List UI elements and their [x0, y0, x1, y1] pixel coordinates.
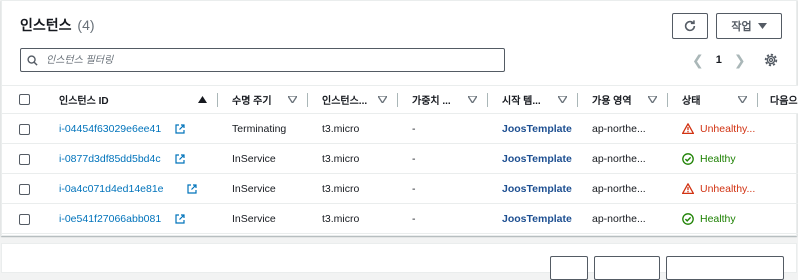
column-header-instance-id[interactable]: 인스턴스 ID [59, 86, 109, 113]
instance-type-cell: t3.micro [322, 213, 360, 225]
chevron-left-icon[interactable]: ❮ [692, 52, 704, 69]
page-number[interactable]: 1 [716, 54, 722, 66]
launch-template-link[interactable]: JoosTemplate [502, 144, 572, 174]
weight-cell: - [412, 183, 416, 195]
column-separator[interactable] [307, 93, 308, 107]
refresh-icon [684, 20, 696, 32]
check-circle-icon [682, 213, 694, 225]
filter-search [20, 48, 505, 72]
table-row[interactable]: i-0877d3df85dd5bd4c InService t3.micro -… [2, 144, 798, 174]
chevron-right-icon[interactable]: ❯ [734, 52, 746, 69]
external-link-icon[interactable] [175, 214, 185, 224]
sort-icon[interactable] [648, 96, 657, 103]
availability-zone-cell: ap-northe... [592, 123, 646, 135]
sort-icon[interactable] [288, 96, 297, 103]
lifecycle-cell: InService [232, 213, 276, 225]
column-header-availability-zone[interactable]: 가용 영역 [592, 86, 632, 113]
status-cell: Unhealthy... [700, 183, 756, 195]
availability-zone-cell: ap-northe... [592, 183, 646, 195]
sort-icon[interactable] [378, 96, 387, 103]
table-row[interactable]: i-04454f63029e6ee41 Terminating t3.micro… [2, 114, 798, 144]
column-separator[interactable] [577, 93, 578, 107]
sort-icon[interactable] [558, 96, 567, 103]
next-panel-button[interactable] [594, 256, 660, 280]
column-header-instance-type[interactable]: 인스턴스... [322, 86, 367, 113]
sort-icon[interactable] [738, 96, 747, 103]
sort-ascending-icon[interactable] [198, 96, 207, 103]
table-header: 인스턴스 ID 수명 주기 인스턴스... 가중치 ... 시작 템... 가용… [2, 85, 798, 114]
caret-down-icon [757, 23, 767, 29]
instance-type-cell: t3.micro [322, 123, 360, 135]
column-header-weight[interactable]: 가중치 ... [412, 86, 451, 113]
external-link-icon[interactable] [187, 184, 197, 194]
instances-panel: 인스턴스 (4) 작업 ❮ 1 ❯ 인스턴스 ID 수 [1, 0, 798, 236]
launch-template-link[interactable]: JoosTemplate [502, 174, 572, 204]
weight-cell: - [412, 153, 416, 165]
column-separator[interactable] [217, 93, 218, 107]
row-checkbox[interactable] [19, 184, 30, 195]
refresh-button[interactable] [672, 13, 708, 39]
column-header-status[interactable]: 상태 [682, 86, 700, 113]
column-header-lifecycle[interactable]: 수명 주기 [232, 86, 272, 113]
lifecycle-cell: InService [232, 183, 276, 195]
launch-template-link[interactable]: JoosTemplate [502, 204, 572, 234]
next-panel [1, 243, 797, 280]
instance-id-link[interactable]: i-0877d3df85dd5bd4c [59, 144, 161, 174]
actions-button[interactable]: 작업 [716, 13, 782, 39]
sort-icon[interactable] [468, 96, 477, 103]
instance-type-cell: t3.micro [322, 153, 360, 165]
column-separator[interactable] [757, 93, 758, 107]
weight-cell: - [412, 213, 416, 225]
warning-icon [682, 123, 694, 134]
check-circle-icon [682, 153, 694, 165]
lifecycle-cell: Terminating [232, 123, 287, 135]
instance-type-cell: t3.micro [322, 183, 360, 195]
page-title: 인스턴스 (4) [20, 15, 95, 35]
actions-label: 작업 [731, 21, 752, 33]
row-checkbox[interactable] [19, 214, 30, 225]
status-cell: Unhealthy... [700, 123, 756, 135]
next-panel-button[interactable] [666, 256, 784, 280]
row-checkbox[interactable] [19, 124, 30, 135]
warning-icon [682, 183, 694, 194]
external-link-icon[interactable] [175, 124, 185, 134]
search-input[interactable] [44, 53, 488, 67]
status-cell: Healthy [700, 213, 736, 225]
column-header-launch-template[interactable]: 시작 템... [502, 86, 541, 113]
status-cell: Healthy [700, 153, 736, 165]
instance-id-link[interactable]: i-0e541f27066abb081 [59, 204, 161, 234]
pagination: ❮ 1 ❯ [692, 51, 746, 69]
column-separator[interactable] [397, 93, 398, 107]
instance-id-link[interactable]: i-04454f63029e6ee41 [59, 114, 161, 144]
lifecycle-cell: InService [232, 153, 276, 165]
availability-zone-cell: ap-northe... [592, 153, 646, 165]
table-row[interactable]: i-0e541f27066abb081 InService t3.micro -… [2, 204, 798, 234]
launch-template-link[interactable]: JoosTemplate [502, 114, 572, 144]
title-text: 인스턴스 [20, 17, 72, 33]
row-checkbox[interactable] [19, 154, 30, 165]
weight-cell: - [412, 123, 416, 135]
column-separator[interactable] [487, 93, 488, 107]
select-all-checkbox[interactable] [19, 94, 30, 105]
column-separator[interactable] [667, 93, 668, 107]
table-row[interactable]: i-0a4c071d4ed14e81e InService t3.micro -… [2, 174, 798, 204]
gear-icon[interactable] [763, 52, 779, 68]
external-link-icon[interactable] [175, 154, 185, 164]
search-icon [27, 54, 38, 66]
availability-zone-cell: ap-northe... [592, 213, 646, 225]
instance-id-link[interactable]: i-0a4c071d4ed14e81e [59, 174, 164, 204]
next-panel-button[interactable] [550, 256, 588, 280]
column-header-next[interactable]: 다음으 [770, 86, 798, 113]
instance-count: (4) [77, 17, 95, 33]
